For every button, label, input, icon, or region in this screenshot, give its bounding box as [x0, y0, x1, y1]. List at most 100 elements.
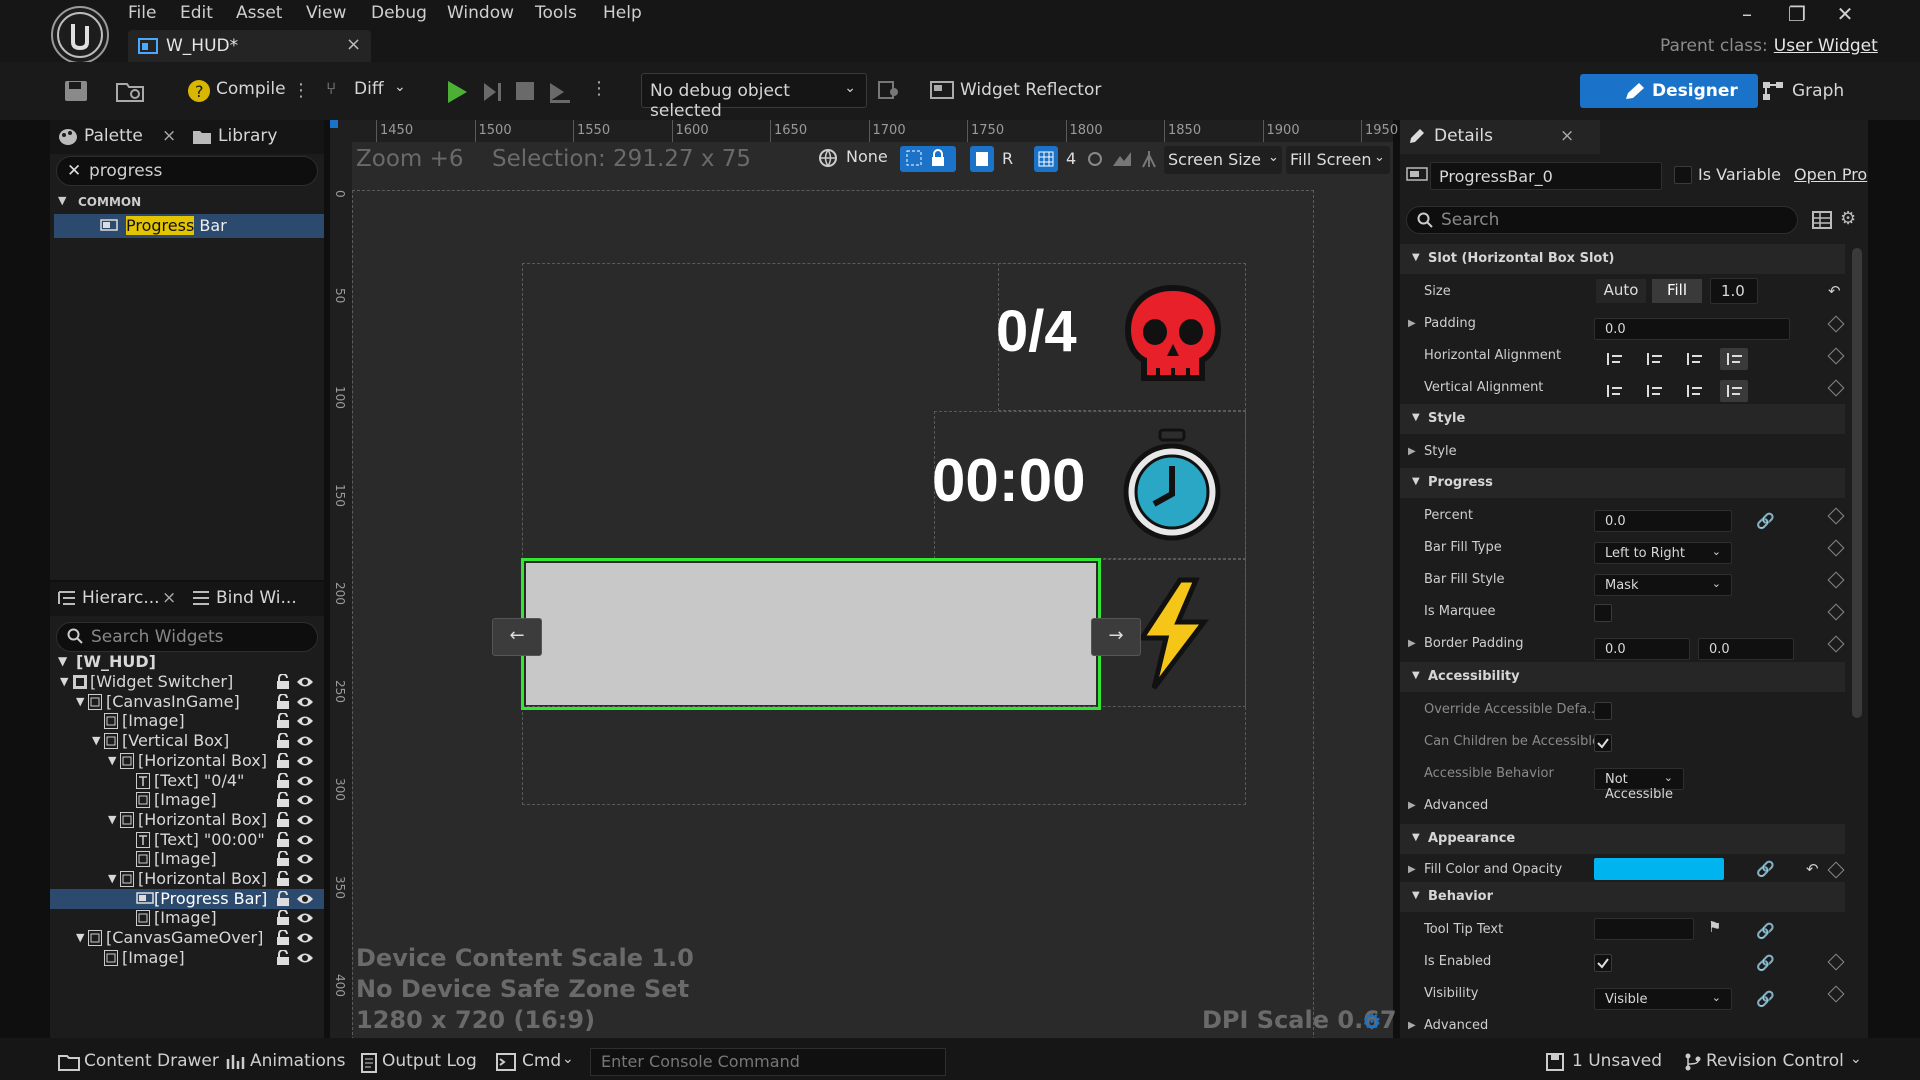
accessible-behavior-select[interactable]: Not Accessible ⌄ [1594, 768, 1684, 802]
rotate-snap-icon[interactable] [1086, 150, 1104, 168]
halign-option[interactable] [1640, 348, 1668, 370]
valign-option[interactable] [1600, 380, 1628, 402]
eye-icon[interactable] [296, 872, 314, 886]
lock-open-icon[interactable] [276, 792, 290, 808]
menu-edit[interactable]: Edit [180, 3, 213, 27]
binding-link-icon[interactable]: 🔗 [1756, 860, 1775, 878]
screen-size-select[interactable]: Screen Size ⌄ [1164, 146, 1282, 174]
property-matrix-icon[interactable] [1812, 210, 1832, 230]
tree-row[interactable]: ▼ [CanvasInGame] [50, 692, 324, 712]
tree-row[interactable]: ▼ [Widget Switcher] [50, 672, 324, 692]
tree-row[interactable]: [Image] [50, 711, 324, 731]
section-progress[interactable]: ▼ Progress [1400, 468, 1845, 498]
timer-text[interactable]: 00:00 [932, 446, 1085, 515]
section-accessibility[interactable]: ▼ Accessibility [1400, 662, 1845, 692]
lock-open-icon[interactable] [276, 871, 290, 887]
play-options-icon[interactable]: ⋮ [590, 78, 608, 99]
tree-row[interactable]: [Text] "0/4" [50, 771, 324, 791]
bar-fill-style-select[interactable]: Mask ⌄ [1594, 574, 1732, 596]
lock-open-icon[interactable] [276, 674, 290, 690]
can-children-checkbox[interactable] [1594, 734, 1612, 752]
border-padding-y-input[interactable]: 0.0 [1698, 638, 1794, 660]
size-fill-button[interactable]: Fill [1652, 279, 1702, 303]
tab-hierarchy[interactable]: Hierarc... × [58, 588, 188, 622]
tree-row[interactable]: [Image] [50, 908, 324, 928]
eye-icon[interactable] [296, 774, 314, 788]
stopwatch-icon[interactable] [1120, 426, 1224, 542]
fill-color-swatch[interactable] [1594, 858, 1724, 880]
visibility-select[interactable]: Visible ⌄ [1594, 988, 1732, 1010]
console-command-input[interactable]: Enter Console Command [590, 1048, 946, 1076]
chevron-down-icon[interactable]: ▼ [76, 931, 84, 944]
fill-screen-select[interactable]: Fill Screen ⌄ [1286, 146, 1390, 174]
widget-name-input[interactable]: ProgressBar_0 [1430, 162, 1662, 190]
graph-mode-button[interactable]: Graph [1760, 74, 1860, 108]
chevron-down-icon[interactable]: ▼ [108, 872, 116, 885]
menu-tools[interactable]: Tools [535, 3, 577, 27]
palette-search-input[interactable]: ✕ progress [56, 156, 318, 186]
compile-options-icon[interactable]: ⋮ [292, 80, 310, 101]
chevron-right-icon[interactable]: ▶ [1408, 800, 1416, 811]
debug-object-select[interactable]: No debug object selected ⌄ [641, 73, 867, 121]
halign-option[interactable] [1600, 348, 1628, 370]
is-enabled-checkbox[interactable] [1594, 954, 1612, 972]
binding-link-icon[interactable]: 🔗 [1756, 990, 1775, 1008]
padding-input[interactable]: 0.0 [1594, 318, 1790, 340]
chevron-right-icon[interactable]: ▶ [1408, 318, 1416, 329]
lock-open-icon[interactable] [276, 910, 290, 926]
tab-library[interactable]: Library [192, 126, 312, 160]
menu-view[interactable]: View [306, 3, 346, 27]
tab-palette[interactable]: Palette × [58, 126, 188, 160]
binding-link-icon[interactable]: 🔗 [1756, 954, 1775, 972]
maximize-icon[interactable]: ❐ [1780, 2, 1814, 28]
lock-open-icon[interactable] [276, 811, 290, 828]
respect-locks-toggle[interactable] [900, 146, 956, 172]
unreal-logo-icon[interactable] [51, 6, 109, 64]
eye-icon[interactable] [296, 833, 314, 847]
lock-open-icon[interactable] [276, 831, 290, 848]
tree-row[interactable]: ▼ [Horizontal Box] [50, 751, 324, 771]
hierarchy-search-input[interactable]: Search Widgets [56, 622, 318, 652]
size-value-input[interactable]: 1.0 [1710, 278, 1758, 304]
tree-row[interactable]: [Progress Bar] [50, 888, 324, 909]
stop-icon[interactable] [516, 82, 536, 102]
chevron-right-icon[interactable]: ▶ [1408, 1020, 1416, 1031]
save-icon[interactable] [64, 80, 88, 102]
document-tab[interactable]: W_HUD* × [128, 30, 371, 63]
palette-item-progress-bar[interactable]: Progress Bar [54, 214, 324, 238]
close-tab-icon[interactable]: × [162, 126, 176, 146]
section-behavior[interactable]: ▼ Behavior [1400, 882, 1845, 912]
lock-open-icon[interactable] [276, 693, 290, 710]
chevron-down-icon[interactable]: ▼ [76, 695, 84, 708]
transform-mode-toggle[interactable]: R [970, 146, 1024, 172]
eye-icon[interactable] [296, 931, 314, 945]
tree-row[interactable]: ▼ [Horizontal Box] [50, 810, 324, 830]
eye-icon[interactable] [296, 813, 314, 827]
valign-option[interactable] [1640, 380, 1668, 402]
grid-snap-toggle[interactable]: 4 [1034, 146, 1080, 172]
valign-option[interactable] [1720, 380, 1748, 402]
chevron-right-icon[interactable]: ▶ [1408, 446, 1416, 457]
is-marquee-checkbox[interactable] [1594, 604, 1612, 622]
close-tab-icon[interactable]: × [162, 588, 176, 608]
lock-open-icon[interactable] [276, 772, 290, 789]
play-icon[interactable] [446, 80, 468, 104]
eye-icon[interactable] [296, 714, 314, 728]
tree-row[interactable]: ▼ [Horizontal Box] [50, 869, 324, 889]
valign-option[interactable] [1680, 380, 1708, 402]
reset-arrow-icon[interactable]: ↶ [1828, 282, 1841, 300]
step-icon[interactable] [482, 80, 504, 104]
tree-row[interactable]: ▼ [CanvasGameOver] [50, 928, 324, 948]
move-left-arrow-icon[interactable]: ← [492, 618, 542, 656]
minimize-icon[interactable]: – [1730, 2, 1764, 28]
move-right-arrow-icon[interactable]: → [1091, 618, 1141, 656]
chevron-right-icon[interactable]: ▶ [1408, 638, 1416, 649]
selected-progress-bar[interactable] [521, 558, 1101, 710]
percent-input[interactable]: 0.0 [1594, 510, 1732, 532]
flow-direction-icon[interactable] [1140, 150, 1158, 168]
debug-filter-icon[interactable] [878, 80, 900, 100]
is-variable-checkbox[interactable] [1674, 166, 1692, 184]
override-accessible-checkbox[interactable] [1594, 702, 1612, 720]
close-tab-icon[interactable]: × [1560, 126, 1574, 146]
chevron-down-icon[interactable]: ▼ [92, 734, 100, 747]
